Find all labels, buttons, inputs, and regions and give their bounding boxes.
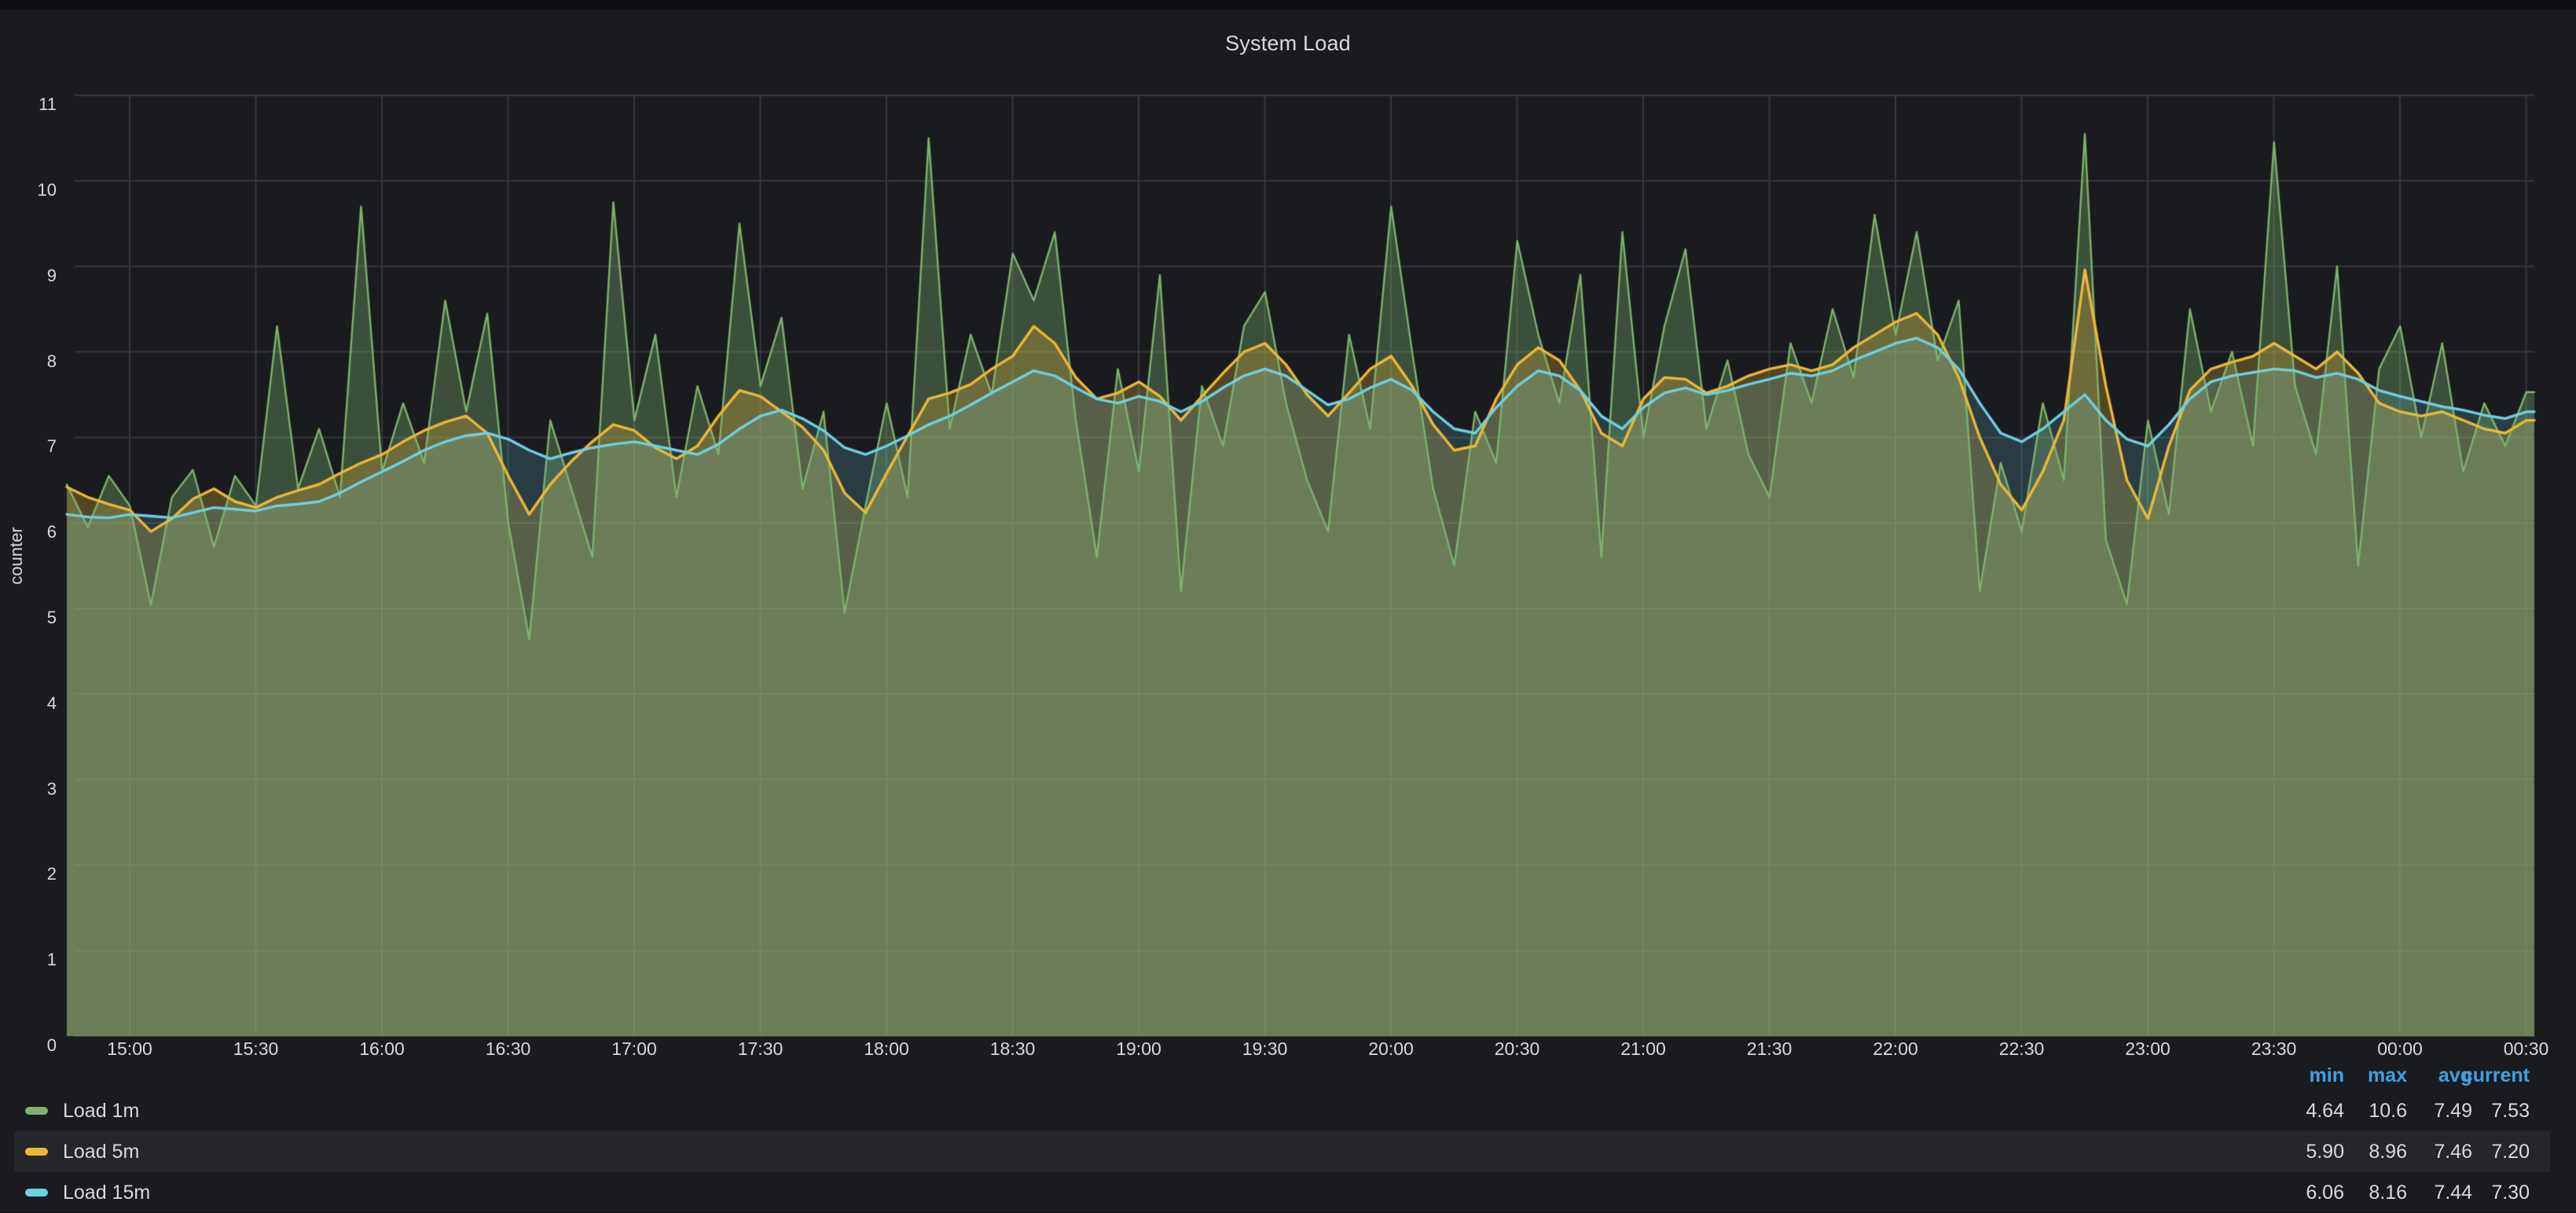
y-tick-label: 1 — [2, 950, 57, 970]
x-tick-label: 16:00 — [318, 1038, 446, 1060]
legend-row-load-1m[interactable]: Load 1m 4.64 10.6 7.49 7.53 — [14, 1090, 2550, 1131]
legend-stat-avg: 7.44 — [2434, 1172, 2472, 1213]
legend-series-name[interactable]: Load 15m — [63, 1172, 150, 1213]
x-tick-label: 18:00 — [823, 1038, 950, 1060]
y-tick-label: 5 — [2, 608, 57, 628]
load-graph-canvas[interactable] — [0, 9, 2576, 1212]
x-tick-label: 17:00 — [571, 1038, 698, 1060]
legend-swatch[interactable] — [25, 1189, 48, 1196]
legend-stat-max: 8.96 — [2369, 1131, 2407, 1172]
stat-column-current[interactable]: current — [2462, 1063, 2530, 1088]
y-tick-label: 0 — [2, 1035, 57, 1056]
graph-panel: System Load counter 01234567891011 15:00… — [0, 9, 2576, 1212]
x-tick-label: 20:00 — [1327, 1038, 1455, 1060]
x-tick-label: 19:00 — [1075, 1038, 1202, 1060]
x-tick-label: 19:30 — [1202, 1038, 1329, 1060]
x-tick-label: 15:30 — [193, 1038, 320, 1060]
x-tick-label: 23:00 — [2084, 1038, 2211, 1060]
legend-stat-avg: 7.46 — [2434, 1131, 2472, 1172]
y-tick-label: 4 — [2, 693, 57, 714]
legend-stat-current: 7.20 — [2491, 1131, 2530, 1172]
legend-stat-min: 5.90 — [2306, 1131, 2344, 1172]
x-tick-label: 23:30 — [2211, 1038, 2338, 1060]
x-tick-label: 22:30 — [1958, 1038, 2086, 1060]
y-tick-label: 6 — [2, 522, 57, 542]
legend-stat-current: 7.53 — [2491, 1090, 2530, 1131]
x-tick-label: 17:30 — [697, 1038, 824, 1060]
stat-column-min[interactable]: min — [2310, 1063, 2344, 1088]
legend-row-load-5m[interactable]: Load 5m 5.90 8.96 7.46 7.20 — [14, 1131, 2550, 1172]
y-tick-label: 3 — [2, 779, 57, 799]
stat-column-max[interactable]: max — [2368, 1063, 2407, 1088]
legend-stat-current: 7.30 — [2491, 1172, 2530, 1213]
x-tick-label: 15:00 — [66, 1038, 193, 1060]
x-tick-label: 00:00 — [2336, 1038, 2464, 1060]
legend-swatch[interactable] — [25, 1107, 48, 1115]
y-tick-label: 8 — [2, 351, 57, 372]
x-tick-label: 21:00 — [1580, 1038, 1707, 1060]
legend-series-name[interactable]: Load 1m — [63, 1090, 139, 1131]
legend-stat-min: 4.64 — [2306, 1090, 2344, 1131]
legend-stat-avg: 7.49 — [2434, 1090, 2472, 1131]
legend-stat-max: 8.16 — [2369, 1172, 2407, 1213]
y-tick-label: 7 — [2, 436, 57, 457]
x-tick-label: 00:30 — [2463, 1038, 2576, 1060]
legend-stat-min: 6.06 — [2306, 1172, 2344, 1213]
y-tick-label: 11 — [2, 94, 57, 115]
y-tick-label: 9 — [2, 266, 57, 286]
legend-stat-max: 10.6 — [2369, 1090, 2407, 1131]
legend-row-load-15m[interactable]: Load 15m 6.06 8.16 7.44 7.30 — [14, 1172, 2550, 1213]
panel-title[interactable]: System Load — [0, 31, 2576, 56]
y-tick-label: 10 — [2, 180, 57, 200]
legend-swatch[interactable] — [25, 1148, 48, 1156]
x-tick-label: 22:00 — [1832, 1038, 1959, 1060]
legend-header-row: minmaxavgcurrent — [14, 1063, 2550, 1088]
x-tick-label: 21:30 — [1706, 1038, 1833, 1060]
legend-series-name[interactable]: Load 5m — [63, 1131, 139, 1172]
x-tick-label: 16:30 — [445, 1038, 572, 1060]
y-tick-label: 2 — [2, 864, 57, 884]
x-tick-label: 18:30 — [949, 1038, 1077, 1060]
x-tick-label: 20:30 — [1454, 1038, 1581, 1060]
